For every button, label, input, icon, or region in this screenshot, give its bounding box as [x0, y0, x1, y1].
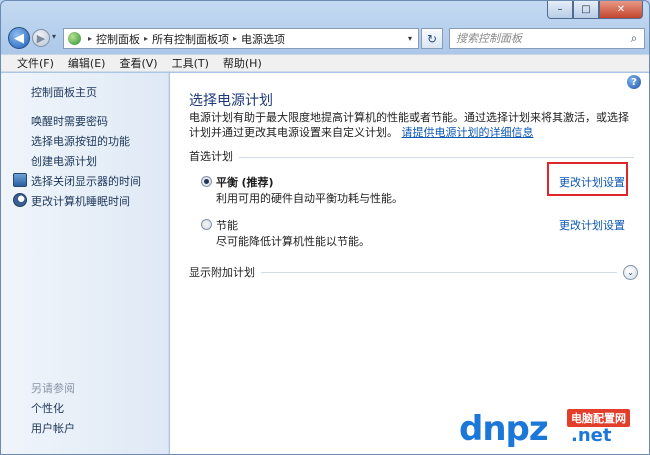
see-also-heading: 另请参阅	[31, 382, 75, 395]
search-input[interactable]	[456, 32, 624, 45]
help-icon[interactable]: ?	[627, 75, 641, 89]
menu-view[interactable]: 查看(V)	[113, 55, 165, 71]
search-icon[interactable]: ⌕	[624, 31, 644, 46]
plan-power-saver-description: 尽可能降低计算机性能以节能。	[216, 235, 370, 248]
additional-plans-row[interactable]: 显示附加计划 ⌄	[189, 264, 638, 280]
menu-tools[interactable]: 工具(T)	[166, 55, 217, 71]
plan-recommended-tag: (推荐)	[241, 176, 274, 189]
back-button[interactable]: ◀	[8, 27, 30, 49]
power-options-window: – □ ✕ ◀ ▶ ▾ ▸ 控制面板 ▸ 所有控制面板项 ▸ 电源选项 ▾ ↻ …	[0, 0, 650, 455]
sidebar-link-wake-password[interactable]: 唤醒时需要密码	[31, 113, 108, 129]
plan-power-saver-label[interactable]: 节能	[216, 217, 238, 233]
search-box[interactable]: ⌕	[449, 28, 645, 49]
refresh-button[interactable]: ↻	[421, 28, 443, 49]
plan-balanced-radio[interactable]	[201, 176, 212, 187]
monitor-icon	[13, 173, 27, 187]
control-panel-icon	[64, 29, 84, 48]
plan-power-saver-radio[interactable]	[201, 219, 212, 230]
caption-buttons: – □ ✕	[547, 1, 643, 19]
address-bar[interactable]: ▸ 控制面板 ▸ 所有控制面板项 ▸ 电源选项 ▾	[63, 28, 419, 49]
sidebar-link-user-accounts[interactable]: 用户帐户	[31, 420, 75, 436]
breadcrumb-separator[interactable]: ▸	[229, 34, 241, 43]
plan-name: 平衡	[216, 176, 238, 189]
task-sidebar: 控制面板主页 唤醒时需要密码 选择电源按钮的功能 创建电源计划 选择关闭显示器的…	[1, 73, 169, 454]
watermark-logo-text: dnpz	[459, 409, 549, 449]
menu-help[interactable]: 帮助(H)	[217, 55, 270, 71]
additional-plans-label[interactable]: 显示附加计划	[189, 264, 261, 280]
navigation-bar: ◀ ▶ ▾ ▸ 控制面板 ▸ 所有控制面板项 ▸ 电源选项 ▾ ↻ ⌕	[1, 23, 649, 53]
page-title: 选择电源计划	[189, 93, 273, 109]
site-watermark: dnpz 电脑配置网 .net	[459, 403, 649, 453]
sleep-moon-icon	[13, 193, 27, 207]
chevron-down-icon[interactable]: ⌄	[623, 264, 638, 280]
sidebar-link-power-buttons[interactable]: 选择电源按钮的功能	[31, 133, 130, 149]
plan-details-link[interactable]: 请提供电源计划的详细信息	[402, 126, 534, 139]
section-divider	[261, 271, 617, 273]
watermark-domain: .net	[571, 425, 612, 446]
sidebar-link-personalization[interactable]: 个性化	[31, 400, 64, 416]
section-divider	[239, 156, 634, 158]
sidebar-link-create-plan[interactable]: 创建电源计划	[31, 153, 97, 169]
minimize-button[interactable]: –	[547, 1, 573, 19]
main-content: ? 选择电源计划 电源计划有助于最大限度地提高计算机的性能或者节能。通过选择计划…	[170, 73, 649, 454]
breadcrumb-separator[interactable]: ▸	[140, 34, 152, 43]
preferred-plans-header: 首选计划	[189, 149, 634, 163]
recent-pages-dropdown[interactable]: ▾	[52, 32, 56, 41]
change-plan-settings-link-power-saver[interactable]: 更改计划设置	[559, 217, 625, 233]
sidebar-link-sleep-time[interactable]: 更改计算机睡眠时间	[31, 193, 130, 209]
menu-edit[interactable]: 编辑(E)	[62, 55, 114, 71]
close-button[interactable]: ✕	[599, 1, 643, 19]
menu-bar: 文件(F) 编辑(E) 查看(V) 工具(T) 帮助(H)	[1, 54, 649, 72]
forward-button[interactable]: ▶	[32, 29, 50, 47]
maximize-button[interactable]: □	[573, 1, 599, 19]
plan-balanced-label[interactable]: 平衡 (推荐)	[216, 174, 274, 190]
sidebar-link-home[interactable]: 控制面板主页	[31, 84, 97, 100]
highlight-box	[547, 162, 628, 196]
breadcrumb-separator[interactable]: ▸	[84, 34, 96, 43]
section-label: 首选计划	[189, 150, 233, 163]
breadcrumb-control-panel[interactable]: 控制面板	[96, 31, 140, 47]
page-description: 电源计划有助于最大限度地提高计算机的性能或者节能。通过选择计划来将其激活，或选择…	[189, 110, 634, 140]
breadcrumb-power-options[interactable]: 电源选项	[241, 31, 285, 47]
breadcrumb-all-items[interactable]: 所有控制面板项	[152, 31, 229, 47]
plan-balanced-description: 利用可用的硬件自动平衡功耗与性能。	[216, 192, 403, 205]
address-dropdown-icon[interactable]: ▾	[402, 34, 418, 43]
menu-file[interactable]: 文件(F)	[11, 55, 62, 71]
sidebar-link-display-off[interactable]: 选择关闭显示器的时间	[31, 173, 141, 189]
